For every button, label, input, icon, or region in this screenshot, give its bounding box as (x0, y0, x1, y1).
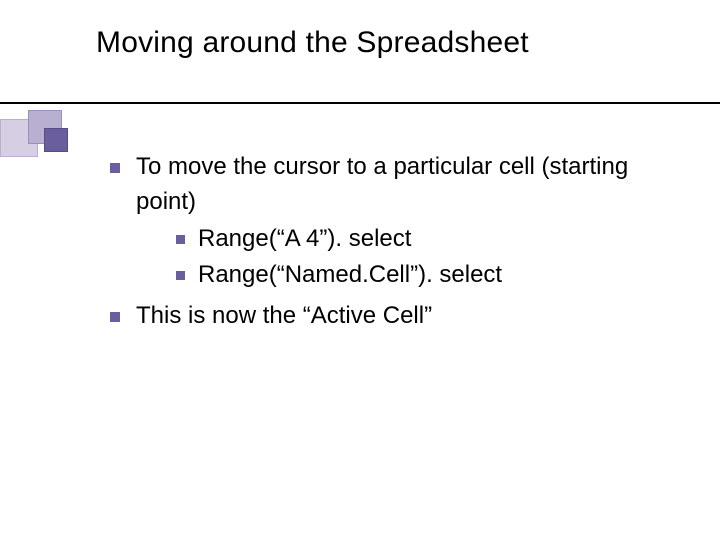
bullet-text: This is now the “Active Cell” (136, 302, 432, 329)
slide: Moving around the Spreadsheet To move th… (0, 0, 720, 540)
bullet-text: To move the cursor to a particular cell … (136, 153, 628, 215)
list-item: Range(“A 4”). select (172, 222, 684, 257)
bullet-text: Range(“A 4”). select (198, 225, 411, 252)
square-icon (44, 128, 68, 152)
list-item: To move the cursor to a particular cell … (104, 150, 684, 293)
slide-title: Moving around the Spreadsheet (96, 26, 529, 60)
decorative-squares (0, 110, 72, 166)
list-item: This is now the “Active Cell” (104, 299, 684, 334)
slide-body: To move the cursor to a particular cell … (104, 150, 684, 338)
bullet-text: Range(“Named.Cell”). select (198, 261, 502, 288)
list-item: Range(“Named.Cell”). select (172, 258, 684, 293)
title-underline (0, 102, 720, 104)
bullet-sublist: Range(“A 4”). select Range(“Named.Cell”)… (136, 222, 684, 294)
bullet-list: To move the cursor to a particular cell … (104, 150, 684, 334)
